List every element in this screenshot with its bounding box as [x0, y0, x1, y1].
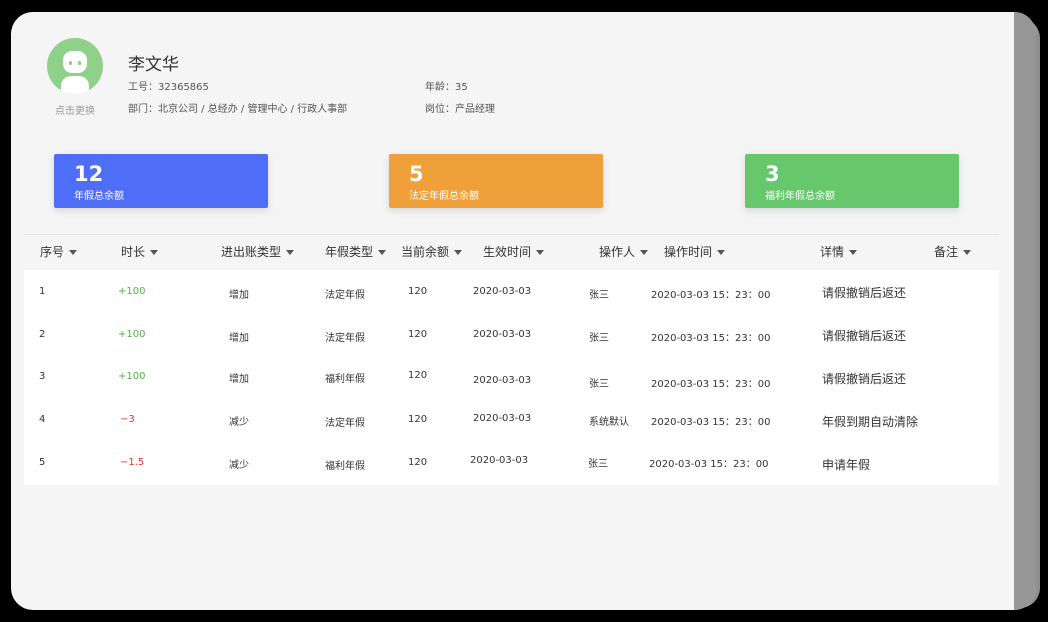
cell-operator: 张三: [589, 333, 609, 344]
sort-caret-icon: [286, 250, 295, 255]
cell-entry-type: 增加: [229, 374, 249, 385]
cell-index: 2: [39, 329, 46, 340]
cell-operator: 张三: [589, 379, 609, 390]
sort-caret-icon: [963, 250, 972, 255]
cell-operation-time: 2020-03-03 15：23：00: [651, 333, 771, 344]
cell-operation-time: 2020-03-03 15：23：00: [649, 459, 769, 470]
employee-id: 工号：32365865: [128, 82, 209, 93]
sort-caret-icon: [454, 250, 463, 255]
cell-balance: 120: [408, 286, 428, 297]
cell-operation-time: 2020-03-03 15：23：00: [651, 379, 771, 390]
cell-index: 5: [39, 457, 46, 468]
cell-duration: +100: [118, 329, 146, 340]
column-header-index[interactable]: 序号: [40, 243, 78, 260]
cell-duration: +100: [118, 371, 146, 382]
cell-balance: 120: [408, 370, 428, 381]
sort-caret-icon: [69, 250, 78, 255]
sort-caret-icon: [640, 250, 649, 255]
sort-caret-icon: [378, 250, 387, 255]
column-header-entry-type[interactable]: 进出账类型: [221, 243, 295, 260]
welfare-leave-balance-card: 3 福利年假总余额: [745, 154, 959, 208]
cell-operator: 张三: [588, 459, 608, 470]
stat-label: 年假总余额: [74, 191, 124, 202]
cell-leave-type: 法定年假: [325, 333, 365, 344]
employee-leave-card: 点击更换 李文华 工号：32365865 部门：北京公司 / 总经办 / 管理中…: [11, 12, 1036, 610]
table-row[interactable]: 5 −1.5 减少 福利年假 120 2020-03-03 张三 2020-03…: [24, 442, 999, 485]
cell-leave-type: 法定年假: [325, 290, 365, 301]
cell-operation-time: 2020-03-03 15：23：00: [651, 290, 771, 301]
sort-caret-icon: [849, 250, 858, 255]
employee-department: 部门：北京公司 / 总经办 / 管理中心 / 行政人事部: [128, 104, 348, 115]
cell-index: 1: [39, 286, 46, 297]
cell-detail: 申请年假: [822, 458, 871, 472]
cell-index: 3: [39, 371, 46, 382]
employee-name: 李文华: [128, 55, 179, 75]
change-avatar-link[interactable]: 点击更换: [47, 102, 103, 117]
stat-value: 5: [409, 162, 424, 186]
employee-position: 岗位：产品经理: [425, 104, 495, 115]
table-row[interactable]: 1 +100 增加 法定年假 120 2020-03-03 张三 2020-03…: [24, 270, 999, 314]
annual-leave-balance-card: 12 年假总余额: [54, 154, 268, 208]
avatar-eye-icon: [78, 61, 81, 65]
cell-duration: −1.5: [120, 457, 145, 468]
cell-detail: 请假撤销后返还: [822, 286, 907, 300]
column-header-leave-type[interactable]: 年假类型: [325, 243, 387, 260]
cell-detail: 请假撤销后返还: [822, 329, 907, 343]
cell-duration: −3: [120, 414, 135, 425]
stat-label: 福利年假总余额: [765, 191, 835, 202]
column-header-balance[interactable]: 当前余额: [401, 243, 463, 260]
cell-effective-time: 2020-03-03: [473, 375, 532, 386]
table-row[interactable]: 3 +100 增加 福利年假 120 2020-03-03 张三 2020-03…: [24, 356, 999, 400]
avatar-eye-icon: [69, 61, 72, 65]
cell-effective-time: 2020-03-03: [473, 413, 532, 424]
column-header-effective-time[interactable]: 生效时间: [483, 243, 545, 260]
cell-balance: 120: [408, 329, 428, 340]
cell-effective-time: 2020-03-03: [473, 286, 532, 297]
stat-value: 3: [765, 162, 780, 186]
column-header-duration[interactable]: 时长: [121, 243, 159, 260]
sort-caret-icon: [150, 250, 159, 255]
column-header-operation-time[interactable]: 操作时间: [664, 243, 726, 260]
leave-record-table: 序号 时长 进出账类型 年假类型 当前余额 生效时间 操作人 操作时间 详情 备…: [24, 234, 999, 485]
statutory-leave-balance-card: 5 法定年假总余额: [389, 154, 603, 208]
cell-operator: 系统默认: [589, 417, 629, 428]
cell-operator: 张三: [589, 290, 609, 301]
cell-entry-type: 减少: [229, 460, 249, 471]
cell-duration: +100: [118, 286, 146, 297]
cell-leave-type: 福利年假: [325, 461, 365, 472]
cell-index: 4: [39, 414, 46, 425]
column-header-detail[interactable]: 详情: [820, 243, 858, 260]
cell-entry-type: 增加: [229, 333, 249, 344]
sort-caret-icon: [536, 250, 545, 255]
cell-detail: 请假撤销后返还: [822, 372, 907, 386]
table-row[interactable]: 2 +100 增加 法定年假 120 2020-03-03 张三 2020-03…: [24, 313, 999, 357]
sort-caret-icon: [717, 250, 726, 255]
cell-detail: 年假到期自动清除: [822, 415, 919, 429]
table-header: 序号 时长 进出账类型 年假类型 当前余额 生效时间 操作人 操作时间 详情 备…: [24, 234, 999, 271]
cell-leave-type: 法定年假: [325, 418, 365, 429]
cell-entry-type: 增加: [229, 290, 249, 301]
avatar-face-icon: [63, 51, 87, 73]
cell-effective-time: 2020-03-03: [470, 455, 529, 466]
side-gutter: [1014, 12, 1036, 610]
stat-label: 法定年假总余额: [409, 191, 479, 202]
avatar-body-icon: [61, 76, 89, 94]
column-header-operator[interactable]: 操作人: [599, 243, 649, 260]
cell-balance: 120: [408, 457, 428, 468]
stat-value: 12: [74, 162, 104, 186]
column-header-note[interactable]: 备注: [934, 243, 972, 260]
cell-operation-time: 2020-03-03 15：23：00: [651, 417, 771, 428]
cell-leave-type: 福利年假: [325, 374, 365, 385]
employee-age: 年龄：35: [425, 82, 468, 93]
cell-entry-type: 减少: [229, 417, 249, 428]
table-row[interactable]: 4 −3 减少 法定年假 120 2020-03-03 系统默认 2020-03…: [24, 399, 999, 443]
avatar[interactable]: [47, 38, 103, 94]
cell-effective-time: 2020-03-03: [473, 329, 532, 340]
cell-balance: 120: [408, 414, 428, 425]
